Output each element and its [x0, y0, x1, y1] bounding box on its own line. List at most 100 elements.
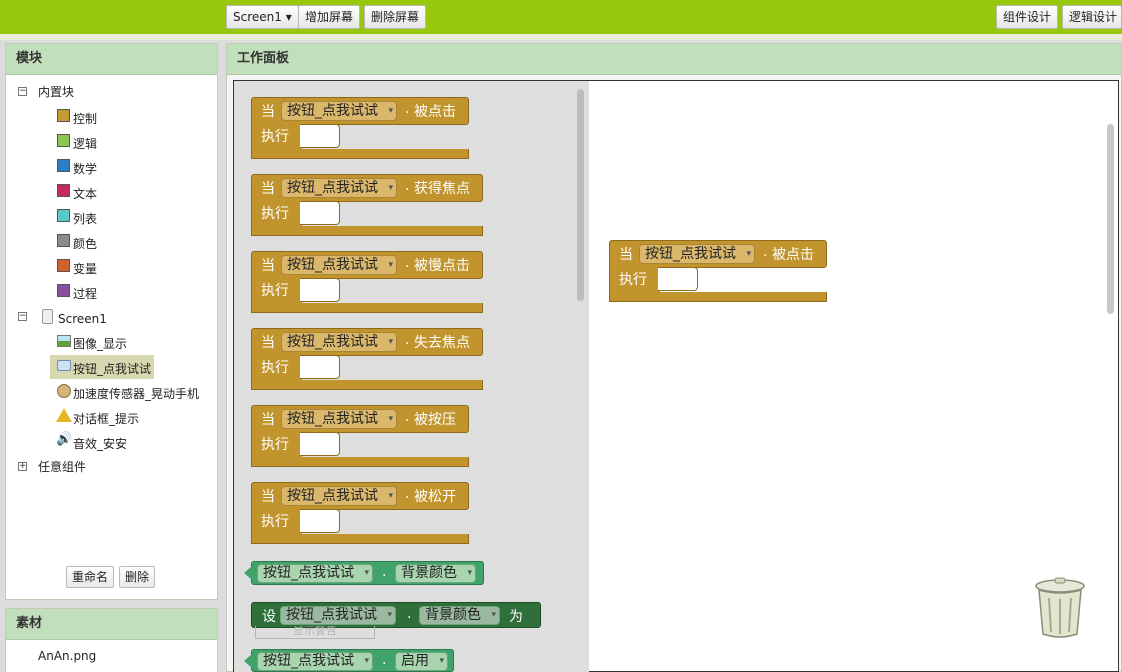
property-dropdown[interactable]: 启用 ▾ [395, 652, 448, 671]
logic-swatch-icon [57, 134, 70, 147]
tree-item-procedure[interactable]: 过程 [73, 284, 97, 304]
chevron-down-icon: ▾ [388, 337, 393, 347]
canvas-event-block-click[interactable]: 当 按钮_点我试试 ▾ . 被点击 执行 [609, 240, 827, 302]
tree-item-color[interactable]: 颜色 [73, 234, 97, 254]
event-name: 被点击 [772, 247, 814, 263]
property-dropdown[interactable]: 背景颜色 ▾ [419, 606, 500, 625]
tree-item-logic[interactable]: 逻辑 [73, 134, 97, 154]
tree-item-sound[interactable]: 音效_安安 [73, 434, 127, 454]
add-screen-button[interactable]: 增加屏幕 [298, 5, 361, 29]
sound-icon: 🔊 [56, 432, 73, 447]
chevron-down-icon: ▾ [388, 491, 393, 501]
dot-label: . [405, 409, 410, 425]
getter-block-enabled[interactable]: 按钮_点我试试 ▾ . 启用 ▾ [251, 649, 454, 672]
top-toolbar: Screen1 ▾ 增加屏幕 删除屏幕 组件设计 逻辑设计 [0, 0, 1122, 34]
variable-swatch-icon [57, 259, 70, 272]
math-swatch-icon [57, 159, 70, 172]
output-connector-icon [244, 566, 252, 580]
event-name: 被慢点击 [414, 258, 470, 274]
when-label: 当 [261, 258, 275, 274]
event-block-touch-up[interactable]: 当 按钮_点我试试 ▾ . 被松开 执行 [251, 482, 469, 544]
text-swatch-icon [57, 184, 70, 197]
image-icon [57, 335, 71, 347]
tree-item-control[interactable]: 控制 [73, 109, 97, 129]
component-dropdown[interactable]: 按钮_点我试试 ▾ [281, 409, 397, 429]
dot-label: . [405, 101, 410, 117]
dot-label: . [763, 244, 768, 260]
workspace-title: 工作面板 [227, 44, 1121, 75]
event-name: 失去焦点 [414, 335, 470, 351]
do-label: 执行 [261, 437, 289, 453]
tree-item-notifier[interactable]: 对话框_提示 [73, 409, 139, 429]
media-panel: 素材 [5, 608, 218, 672]
tree-item-variable[interactable]: 变量 [73, 259, 97, 279]
component-dropdown[interactable]: 按钮_点我试试 ▾ [257, 564, 373, 583]
warning-icon [56, 408, 72, 422]
flyout-scrollbar[interactable] [577, 89, 584, 301]
event-name: 获得焦点 [414, 181, 470, 197]
component-dropdown[interactable]: 按钮_点我试试 ▾ [257, 652, 373, 671]
color-swatch-icon [57, 234, 70, 247]
set-label: 设 [262, 609, 276, 625]
control-swatch-icon [57, 109, 70, 122]
tree-item-math[interactable]: 数学 [73, 159, 97, 179]
remove-screen-button[interactable]: 删除屏幕 [364, 5, 427, 29]
property-dropdown[interactable]: 背景颜色 ▾ [395, 564, 476, 583]
component-dropdown[interactable]: 按钮_点我试试 ▾ [281, 101, 397, 121]
event-block-long-click[interactable]: 当 按钮_点我试试 ▾ . 被慢点击 执行 [251, 251, 483, 313]
component-dropdown[interactable]: 按钮_点我试试 ▾ [281, 486, 397, 506]
screen-select[interactable]: Screen1 ▾ [226, 5, 299, 29]
tree-item-image[interactable]: 图像_显示 [73, 334, 127, 354]
designer-button[interactable]: 组件设计 [996, 5, 1059, 29]
dot-label: . [405, 486, 410, 502]
procedure-swatch-icon [57, 284, 70, 297]
dot-label: . [405, 332, 410, 348]
setter-block-background-color[interactable]: 设 按钮_点我试试 ▾ . 背景颜色 ▾ 为 [251, 602, 541, 628]
tree-item-any-component[interactable]: 任意组件 [38, 457, 86, 477]
builtin-expander[interactable]: − [18, 87, 27, 96]
delete-button[interactable]: 删除 [119, 566, 156, 588]
tree-item-accelerometer[interactable]: 加速度传感器_晃动手机 [73, 384, 199, 404]
dot-label: . [405, 178, 410, 194]
chevron-down-icon: ▾ [467, 568, 472, 578]
tree-item-builtin[interactable]: 内置块 [38, 82, 74, 102]
event-block-lost-focus[interactable]: 当 按钮_点我试试 ▾ . 失去焦点 执行 [251, 328, 483, 390]
button-icon [57, 360, 71, 371]
canvas-scrollbar[interactable] [1107, 124, 1114, 314]
trash-icon[interactable] [1033, 576, 1087, 640]
accelerometer-icon [57, 384, 71, 398]
component-dropdown[interactable]: 按钮_点我试试 ▾ [280, 606, 396, 625]
event-block-touch-down[interactable]: 当 按钮_点我试试 ▾ . 被按压 执行 [251, 405, 469, 467]
event-block-got-focus[interactable]: 当 按钮_点我试试 ▾ . 获得焦点 执行 [251, 174, 483, 236]
chevron-down-icon: ▾ [746, 249, 751, 259]
rename-button[interactable]: 重命名 [66, 566, 115, 588]
media-title: 素材 [6, 609, 217, 640]
component-dropdown[interactable]: 按钮_点我试试 ▾ [639, 244, 755, 264]
getter-block-background-color[interactable]: 按钮_点我试试 ▾ . 背景颜色 ▾ [251, 561, 484, 585]
chevron-down-icon: ▾ [364, 568, 369, 578]
event-name: 被松开 [414, 489, 456, 505]
blocks-button[interactable]: 逻辑设计 [1062, 5, 1122, 29]
component-dropdown[interactable]: 按钮_点我试试 ▾ [281, 332, 397, 352]
tree-item-button[interactable]: 按钮_点我试试 [73, 359, 151, 379]
chevron-down-icon: ▾ [388, 106, 393, 116]
tree-item-screen1[interactable]: Screen1 [58, 309, 107, 329]
tree-item-text[interactable]: 文本 [73, 184, 97, 204]
screen-expander[interactable]: − [18, 312, 27, 321]
chevron-down-icon: ▾ [387, 610, 392, 620]
component-dropdown[interactable]: 按钮_点我试试 ▾ [281, 178, 397, 198]
component-dropdown[interactable]: 按钮_点我试试 ▾ [281, 255, 397, 275]
dot-label: . [382, 652, 387, 668]
chevron-down-icon: ▾ [439, 656, 444, 666]
to-label: 为 [509, 609, 523, 625]
chevron-down-icon: ▾ [388, 183, 393, 193]
any-component-expander[interactable]: + [18, 462, 27, 471]
do-label: 执行 [261, 283, 289, 299]
tree-item-list[interactable]: 列表 [73, 209, 97, 229]
do-label: 执行 [261, 206, 289, 222]
event-block-click[interactable]: 当 按钮_点我试试 ▾ . 被点击 执行 [251, 97, 469, 159]
do-label: 执行 [261, 129, 289, 145]
dot-label: . [382, 564, 387, 580]
media-file-item[interactable]: AnAn.png [38, 646, 96, 666]
chevron-down-icon: ▾ [388, 260, 393, 270]
